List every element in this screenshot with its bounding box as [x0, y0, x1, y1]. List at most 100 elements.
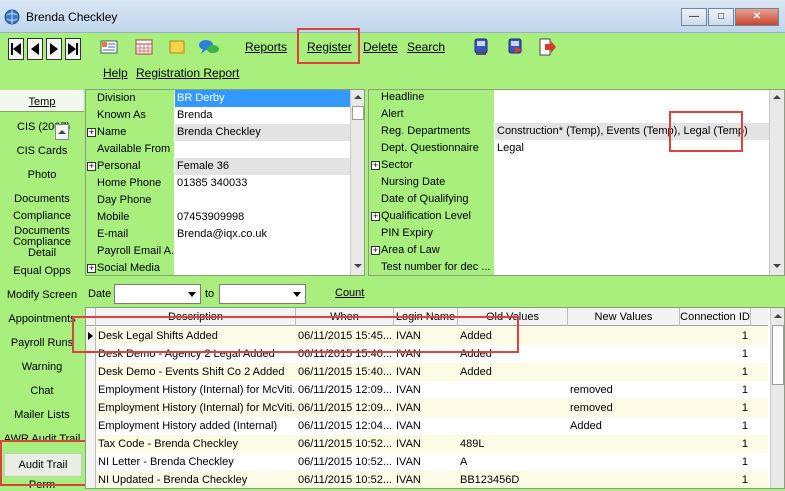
- audit-row[interactable]: NI Letter - Brenda Checkley 06/11/2015 10…: [86, 453, 768, 471]
- date-from-select[interactable]: [114, 284, 201, 304]
- nav-chat[interactable]: Chat: [0, 385, 84, 401]
- help-link[interactable]: Help: [103, 66, 128, 80]
- audit-row[interactable]: Desk Demo - Events Shift Co 2 Added 06/11…: [86, 363, 768, 381]
- expand-icon[interactable]: +: [87, 162, 96, 171]
- reports-link[interactable]: Reports: [245, 40, 287, 54]
- details-grid-left: Division BR Derby Known As Brenda + Name Brend…: [85, 89, 365, 276]
- nav-photo[interactable]: Photo: [0, 169, 84, 185]
- detail-row: Dept. Questionnaire Legal: [369, 140, 784, 157]
- column-header[interactable]: New Values: [568, 308, 680, 326]
- detail-row: + Personal Female 36: [86, 158, 364, 175]
- detail-value[interactable]: [175, 192, 350, 209]
- scroll-thumb[interactable]: [352, 106, 364, 120]
- row-marker: [86, 345, 96, 363]
- nav-warning[interactable]: Warning: [0, 361, 84, 377]
- column-header[interactable]: Description: [96, 308, 296, 326]
- column-header[interactable]: When: [296, 308, 394, 326]
- detail-value[interactable]: Female 36: [175, 158, 350, 175]
- audit-row[interactable]: Desk Legal Shifts Added 06/11/2015 15:45.…: [86, 327, 768, 345]
- detail-value[interactable]: 07453909998: [175, 209, 350, 226]
- detail-value[interactable]: Brenda@iqx.co.uk: [175, 226, 350, 243]
- nav-appointments[interactable]: Appointments: [0, 313, 84, 329]
- calendar-grid-icon[interactable]: [134, 37, 154, 57]
- nav-modify-screen[interactable]: Modify Screen: [0, 289, 84, 305]
- detail-value[interactable]: [495, 242, 770, 259]
- nav-equal-opps[interactable]: Equal Opps: [0, 265, 84, 281]
- expand-icon[interactable]: +: [371, 246, 380, 255]
- exit-door-icon[interactable]: [537, 37, 557, 57]
- date-to-select[interactable]: [219, 284, 306, 304]
- registration-report-link[interactable]: Registration Report: [136, 66, 239, 80]
- nav-audit-trail[interactable]: Audit Trail: [4, 453, 82, 477]
- detail-value[interactable]: [495, 259, 770, 275]
- detail-value[interactable]: Legal: [495, 140, 770, 157]
- detail-value[interactable]: [175, 260, 350, 275]
- audit-scroll-thumb[interactable]: [772, 325, 784, 385]
- row-marker: [86, 471, 96, 488]
- detail-value[interactable]: [495, 157, 770, 174]
- contact-card-icon[interactable]: [99, 37, 119, 57]
- expand-icon[interactable]: +: [87, 128, 96, 137]
- detail-row: + Qualification Level: [369, 208, 784, 225]
- audit-row[interactable]: Employment History (Internal) for McViti…: [86, 381, 768, 399]
- nav-cis-2007[interactable]: CIS (2007): [0, 118, 84, 136]
- audit-row[interactable]: Employment History (Internal) for McViti…: [86, 399, 768, 417]
- detail-value[interactable]: [495, 90, 770, 106]
- register-link[interactable]: Register: [307, 40, 352, 54]
- expand-icon[interactable]: +: [87, 264, 96, 273]
- nav-documents-compliance-detail[interactable]: Documents Compliance Detail: [0, 226, 84, 260]
- last-record-button[interactable]: [65, 38, 81, 60]
- detail-value[interactable]: Brenda Checkley: [175, 124, 350, 141]
- audit-row[interactable]: NI Updated - Brenda Checkley 06/11/2015 1…: [86, 471, 768, 488]
- detail-value[interactable]: Construction* (Temp), Events (Temp), Leg…: [495, 123, 770, 140]
- audit-row[interactable]: Employment History added (Internal) 06/11…: [86, 417, 768, 435]
- expand-icon[interactable]: +: [371, 161, 380, 170]
- details-right-scrollbar[interactable]: [769, 90, 784, 275]
- audit-table-scrollbar[interactable]: [770, 308, 784, 488]
- detail-value[interactable]: Brenda: [175, 107, 350, 124]
- chat-bubbles-icon[interactable]: [197, 37, 221, 57]
- computer-arrow-icon[interactable]: [505, 37, 525, 57]
- close-button[interactable]: ✕: [735, 8, 779, 26]
- nav-perm[interactable]: Perm: [0, 479, 84, 491]
- detail-value[interactable]: BR Derby: [175, 90, 350, 107]
- maximize-button[interactable]: □: [708, 8, 734, 26]
- audit-cell: [568, 327, 680, 345]
- detail-value[interactable]: [495, 174, 770, 191]
- delete-link[interactable]: Delete: [363, 40, 398, 54]
- details-left-scrollbar[interactable]: [350, 90, 364, 275]
- detail-value[interactable]: [495, 191, 770, 208]
- nav-scroll-up-button[interactable]: [55, 124, 69, 140]
- expand-icon[interactable]: +: [371, 212, 380, 221]
- audit-row[interactable]: Tax Code - Brenda Checkley 06/11/2015 10:…: [86, 435, 768, 453]
- nav-payroll-runs[interactable]: Payroll Runs: [0, 337, 84, 353]
- column-header[interactable]: Old Values: [458, 308, 568, 326]
- nav-mailer-lists[interactable]: Mailer Lists: [0, 409, 84, 425]
- detail-label-text: Home Phone: [97, 177, 162, 189]
- next-record-button[interactable]: [46, 38, 62, 60]
- nav-awr-audit-trail[interactable]: AWR Audit Trail: [0, 433, 84, 449]
- audit-cell: [458, 399, 568, 417]
- audit-row[interactable]: Desk Demo - Agency 2 Legal Added 06/11/20…: [86, 345, 768, 363]
- detail-value[interactable]: [495, 208, 770, 225]
- row-marker: [86, 381, 96, 399]
- nav-documents[interactable]: Documents: [0, 193, 84, 209]
- detail-value[interactable]: [495, 225, 770, 242]
- detail-value[interactable]: [175, 243, 350, 260]
- detail-value[interactable]: [175, 141, 350, 158]
- nav-compliance[interactable]: Compliance: [0, 210, 84, 226]
- audit-cell: Employment History added (Internal): [98, 420, 278, 432]
- column-header[interactable]: Connection ID: [680, 308, 751, 326]
- search-link[interactable]: Search: [407, 40, 445, 54]
- note-icon[interactable]: [167, 37, 187, 57]
- column-header[interactable]: Login Name: [394, 308, 458, 326]
- detail-value[interactable]: 01385 340033: [175, 175, 350, 192]
- previous-record-button[interactable]: [27, 38, 43, 60]
- minimize-button[interactable]: —: [681, 8, 707, 26]
- first-record-button[interactable]: [8, 38, 24, 60]
- count-link[interactable]: Count: [335, 287, 364, 299]
- detail-value[interactable]: [495, 106, 770, 123]
- nav-cis-cards[interactable]: CIS Cards: [0, 145, 84, 161]
- computer-icon[interactable]: [471, 37, 491, 57]
- nav-temp[interactable]: Temp: [0, 90, 84, 112]
